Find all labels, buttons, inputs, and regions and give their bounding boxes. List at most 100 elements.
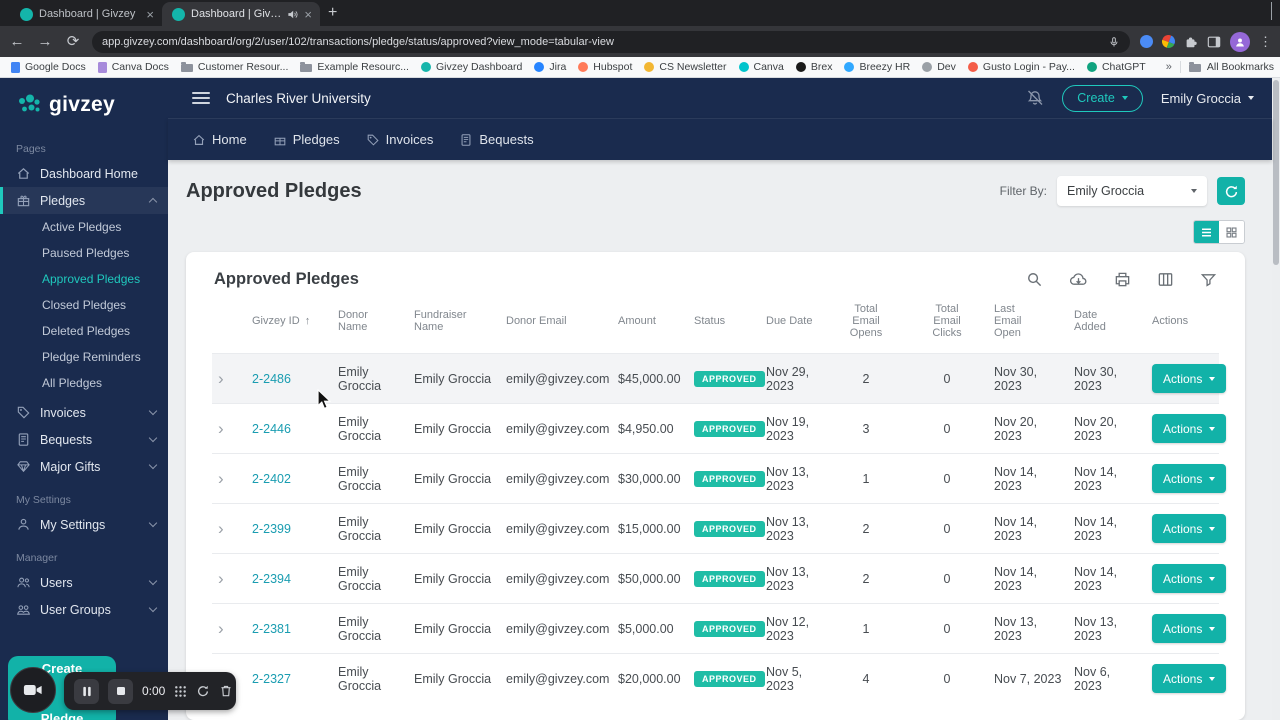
sidebar-item-users[interactable]: Users: [0, 569, 168, 596]
side-panel-icon[interactable]: [1207, 35, 1221, 49]
givzey-logo[interactable]: givzey: [0, 78, 168, 129]
row-actions-button[interactable]: Actions: [1152, 664, 1227, 694]
recorder-apps-grid-icon[interactable]: [174, 685, 187, 698]
recorder-camera-button[interactable]: [10, 667, 56, 713]
bookmark-item[interactable]: Jira: [529, 59, 571, 75]
extensions-puzzle-icon[interactable]: [1184, 35, 1198, 49]
filter-refresh-button[interactable]: [1217, 177, 1245, 205]
bookmark-item[interactable]: Breezy HR: [839, 59, 915, 75]
givzey-id-link[interactable]: 2-2446: [252, 422, 291, 436]
table-row[interactable]: › 2-2446 Emily Groccia Emily Groccia emi…: [212, 403, 1227, 454]
bookmark-item[interactable]: Customer Resour...: [176, 59, 293, 75]
bookmark-item[interactable]: Brex: [791, 59, 838, 75]
row-actions-button[interactable]: Actions: [1152, 614, 1227, 643]
hamburger-menu-icon[interactable]: [192, 92, 210, 104]
browser-tab-2-active[interactable]: Dashboard | Givzey ×: [162, 2, 320, 26]
list-view-button[interactable]: [1194, 221, 1219, 243]
extension-icon[interactable]: [1140, 35, 1153, 48]
filter-user-dropdown[interactable]: Emily Groccia: [1057, 176, 1207, 206]
bookmark-item[interactable]: CS Newsletter: [639, 59, 731, 75]
recorder-delete-icon[interactable]: [219, 684, 233, 698]
row-expand-icon[interactable]: ›: [218, 519, 224, 538]
givzey-id-link[interactable]: 2-2402: [252, 472, 291, 486]
sidebar-item-all-pledges[interactable]: All Pledges: [0, 370, 168, 396]
sidebar-item-active-pledges[interactable]: Active Pledges: [0, 214, 168, 240]
create-button[interactable]: Create: [1062, 84, 1143, 112]
all-bookmarks[interactable]: All Bookmarks: [1179, 61, 1274, 73]
row-expand-icon[interactable]: ›: [218, 419, 224, 438]
givzey-id-link[interactable]: 2-2399: [252, 522, 291, 536]
sidebar-item-my-settings[interactable]: My Settings: [0, 511, 168, 538]
mic-icon[interactable]: [1108, 36, 1120, 48]
givzey-id-link[interactable]: 2-2486: [252, 372, 291, 386]
nav-item-home[interactable]: Home: [192, 132, 247, 147]
sidebar-item-invoices[interactable]: Invoices: [0, 399, 168, 426]
nav-item-bequests[interactable]: Bequests: [459, 132, 534, 147]
givzey-id-link[interactable]: 2-2381: [252, 622, 291, 636]
bookmarks-overflow-icon[interactable]: »: [1160, 61, 1178, 73]
givzey-id-link[interactable]: 2-2327: [252, 672, 291, 686]
bookmark-item[interactable]: Excel & Google Sh...: [1153, 59, 1158, 75]
print-icon[interactable]: [1114, 271, 1131, 288]
table-row[interactable]: › 2-2327 Emily Groccia Emily Groccia emi…: [212, 653, 1227, 704]
sort-asc-icon[interactable]: ↑: [305, 315, 311, 327]
new-tab-button[interactable]: +: [328, 4, 337, 22]
table-row[interactable]: › 2-2381 Emily Groccia Emily Groccia emi…: [212, 603, 1227, 654]
row-expand-icon[interactable]: ›: [218, 619, 224, 638]
filter-icon[interactable]: [1200, 271, 1217, 288]
back-icon[interactable]: ←: [8, 34, 26, 49]
profile-avatar[interactable]: [1230, 31, 1250, 52]
nav-item-invoices[interactable]: Invoices: [366, 132, 433, 147]
row-actions-button[interactable]: Actions: [1152, 464, 1227, 493]
givzey-id-link[interactable]: 2-2394: [252, 572, 291, 586]
notifications-muted-icon[interactable]: [1026, 89, 1044, 107]
recorder-restart-icon[interactable]: [196, 684, 210, 698]
bookmark-item[interactable]: Example Resourc...: [295, 59, 414, 75]
sidebar-item-pledges[interactable]: Pledges: [0, 187, 168, 214]
row-actions-button[interactable]: Actions: [1152, 364, 1227, 393]
browser-tab-1[interactable]: Dashboard | Givzey ×: [10, 2, 162, 26]
browser-menu-icon[interactable]: ⋮: [1259, 34, 1272, 50]
page-scrollbar[interactable]: [1272, 78, 1280, 720]
user-menu[interactable]: Emily Groccia: [1161, 91, 1254, 106]
row-expand-icon[interactable]: ›: [218, 569, 224, 588]
recorder-pause-button[interactable]: [74, 678, 99, 704]
bookmark-item[interactable]: Givzey Dashboard: [416, 59, 527, 75]
sidebar-item-pledge-reminders[interactable]: Pledge Reminders: [0, 344, 168, 370]
row-actions-button[interactable]: Actions: [1152, 514, 1227, 543]
tab-audio-icon[interactable]: [287, 9, 298, 20]
table-row[interactable]: › 2-2402 Emily Groccia Emily Groccia emi…: [212, 453, 1227, 504]
tab-list-chevron-icon[interactable]: [1271, 2, 1272, 20]
sidebar-item-approved-pledges[interactable]: Approved Pledges: [0, 266, 168, 292]
export-download-icon[interactable]: [1069, 271, 1088, 288]
search-icon[interactable]: [1026, 271, 1043, 288]
table-row[interactable]: › 2-2486 Emily Groccia Emily Groccia emi…: [212, 353, 1227, 404]
tab-close-icon[interactable]: ×: [146, 8, 154, 21]
sidebar-item-closed-pledges[interactable]: Closed Pledges: [0, 292, 168, 318]
bookmark-item[interactable]: Canva: [734, 59, 789, 75]
sidebar-item-user-groups[interactable]: User Groups: [0, 596, 168, 623]
bookmark-item[interactable]: Google Docs: [6, 59, 91, 75]
nav-item-pledges[interactable]: Pledges: [273, 132, 340, 147]
bookmark-item[interactable]: Gusto Login - Pay...: [963, 59, 1080, 75]
table-row[interactable]: › 2-2394 Emily Groccia Emily Groccia emi…: [212, 553, 1227, 604]
columns-icon[interactable]: [1157, 271, 1174, 288]
recorder-stop-button[interactable]: [108, 678, 133, 704]
row-actions-button[interactable]: Actions: [1152, 414, 1227, 443]
bookmark-item[interactable]: Dev: [917, 59, 961, 75]
bookmark-item[interactable]: Canva Docs: [93, 59, 174, 75]
bookmark-item[interactable]: Hubspot: [573, 59, 637, 75]
scrollbar-thumb[interactable]: [1273, 80, 1279, 265]
sidebar-item-dashboard-home[interactable]: Dashboard Home: [0, 160, 168, 187]
grid-view-button[interactable]: [1219, 221, 1244, 243]
tab-close-icon[interactable]: ×: [304, 8, 312, 21]
row-expand-icon[interactable]: ›: [218, 469, 224, 488]
sidebar-item-paused-pledges[interactable]: Paused Pledges: [0, 240, 168, 266]
row-actions-button[interactable]: Actions: [1152, 564, 1227, 593]
bookmark-item[interactable]: ChatGPT: [1082, 59, 1151, 75]
sidebar-item-bequests[interactable]: Bequests: [0, 426, 168, 453]
sidebar-item-major-gifts[interactable]: Major Gifts: [0, 453, 168, 480]
col-givzey-id[interactable]: Givzey ID ↑: [246, 295, 332, 354]
extension-pinwheel-icon[interactable]: [1160, 33, 1177, 50]
table-row[interactable]: › 2-2399 Emily Groccia Emily Groccia emi…: [212, 503, 1227, 554]
